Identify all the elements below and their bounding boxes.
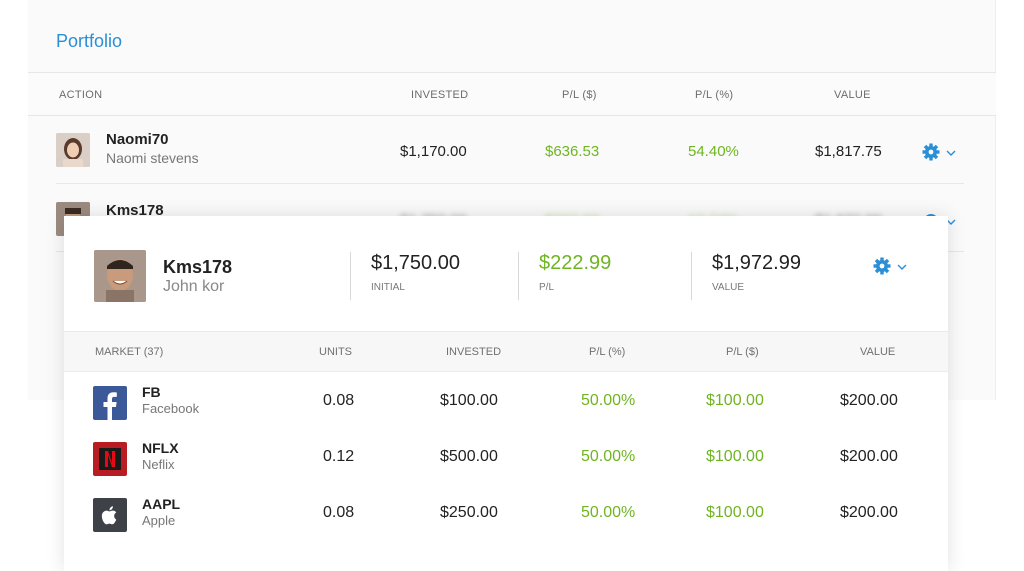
- chevron-down-icon[interactable]: [945, 147, 957, 159]
- pl-label: P/L: [539, 282, 555, 293]
- card-header: Kms178 John kor $1,750.00 INITIAL $222.9…: [64, 216, 948, 332]
- chevron-down-icon[interactable]: [896, 261, 908, 273]
- full-name: John kor: [163, 278, 225, 295]
- column-action: ACTION: [59, 89, 103, 101]
- units-value: 0.08: [323, 392, 355, 409]
- pl-usd-value: $636.53: [545, 143, 600, 160]
- value-amount: $200.00: [840, 504, 898, 521]
- pl-pct-value: 50.00%: [581, 448, 636, 465]
- position-symbol[interactable]: NFLX: [142, 440, 179, 456]
- initial-stat: $1,750.00 INITIAL: [350, 252, 460, 300]
- column-units: UNITS: [319, 346, 352, 358]
- pl-usd-value: $100.00: [706, 392, 764, 409]
- invested-value: $1,170.00: [400, 143, 467, 160]
- value-amount: $200.00: [840, 448, 898, 465]
- position-row[interactable]: AAPL Apple 0.08 $250.00 50.00% $100.00 $…: [64, 488, 948, 544]
- column-value: VALUE: [834, 89, 871, 101]
- invested-value: $250.00: [440, 504, 498, 521]
- initial-label: INITIAL: [371, 282, 405, 293]
- pl-pct-value: 54.40%: [688, 143, 739, 160]
- column-value: VALUE: [860, 346, 896, 358]
- position-row[interactable]: NFLX Neflix 0.12 $500.00 50.00% $100.00 …: [64, 432, 948, 488]
- value-label: VALUE: [712, 282, 745, 293]
- pl-usd-value: $100.00: [706, 504, 764, 521]
- position-symbol[interactable]: FB: [142, 384, 161, 400]
- position-name: Neflix: [142, 457, 175, 472]
- netflix-logo-icon: [93, 442, 127, 476]
- column-invested: INVESTED: [446, 346, 502, 358]
- units-value: 0.12: [323, 448, 355, 465]
- column-market: MARKET (37): [95, 346, 164, 358]
- market-table-header: MARKET (37) UNITS INVESTED P/L (%) P/L (…: [64, 332, 948, 372]
- value-stat: $1,972.99 VALUE: [691, 252, 801, 300]
- invested-value: $100.00: [440, 392, 498, 409]
- pl-pct-value: 50.00%: [581, 392, 636, 409]
- value-value: $1,972.99: [712, 252, 801, 274]
- avatar: [94, 250, 146, 302]
- column-pl-usd: P/L ($): [562, 89, 597, 101]
- position-symbol[interactable]: AAPL: [142, 496, 180, 512]
- full-name: Naomi stevens: [106, 150, 199, 166]
- value-amount: $200.00: [840, 392, 898, 409]
- gear-icon[interactable]: [872, 256, 892, 276]
- apple-logo-icon: [93, 498, 127, 532]
- pl-pct-value: 50.00%: [581, 504, 636, 521]
- value-amount: $1,817.75: [815, 143, 882, 160]
- portfolio-table-header: ACTION INVESTED P/L ($) P/L (%) VALUE: [28, 72, 996, 116]
- avatar: [56, 133, 90, 167]
- position-name: Apple: [142, 513, 176, 528]
- units-value: 0.08: [323, 504, 355, 521]
- pl-stat: $222.99 P/L: [518, 252, 611, 300]
- column-invested: INVESTED: [411, 89, 469, 101]
- column-pl-pct: P/L (%): [695, 89, 734, 101]
- pl-usd-value: $100.00: [706, 448, 764, 465]
- page-title: Portfolio: [56, 31, 123, 51]
- initial-value: $1,750.00: [371, 252, 460, 274]
- pl-value: $222.99: [539, 252, 612, 274]
- username[interactable]: Naomi70: [106, 131, 169, 148]
- position-row[interactable]: FB Facebook 0.08 $100.00 50.00% $100.00 …: [64, 376, 948, 432]
- gear-icon[interactable]: [921, 142, 941, 162]
- facebook-logo-icon: [93, 386, 127, 420]
- column-pl-usd: P/L ($): [726, 346, 759, 358]
- position-name: Facebook: [142, 401, 200, 416]
- username[interactable]: Kms178: [163, 257, 232, 278]
- column-pl-pct: P/L (%): [589, 346, 626, 358]
- invested-value: $500.00: [440, 448, 498, 465]
- portfolio-row[interactable]: Naomi70 Naomi stevens $1,170.00 $636.53 …: [56, 117, 964, 184]
- user-detail-card: Kms178 John kor $1,750.00 INITIAL $222.9…: [64, 216, 948, 571]
